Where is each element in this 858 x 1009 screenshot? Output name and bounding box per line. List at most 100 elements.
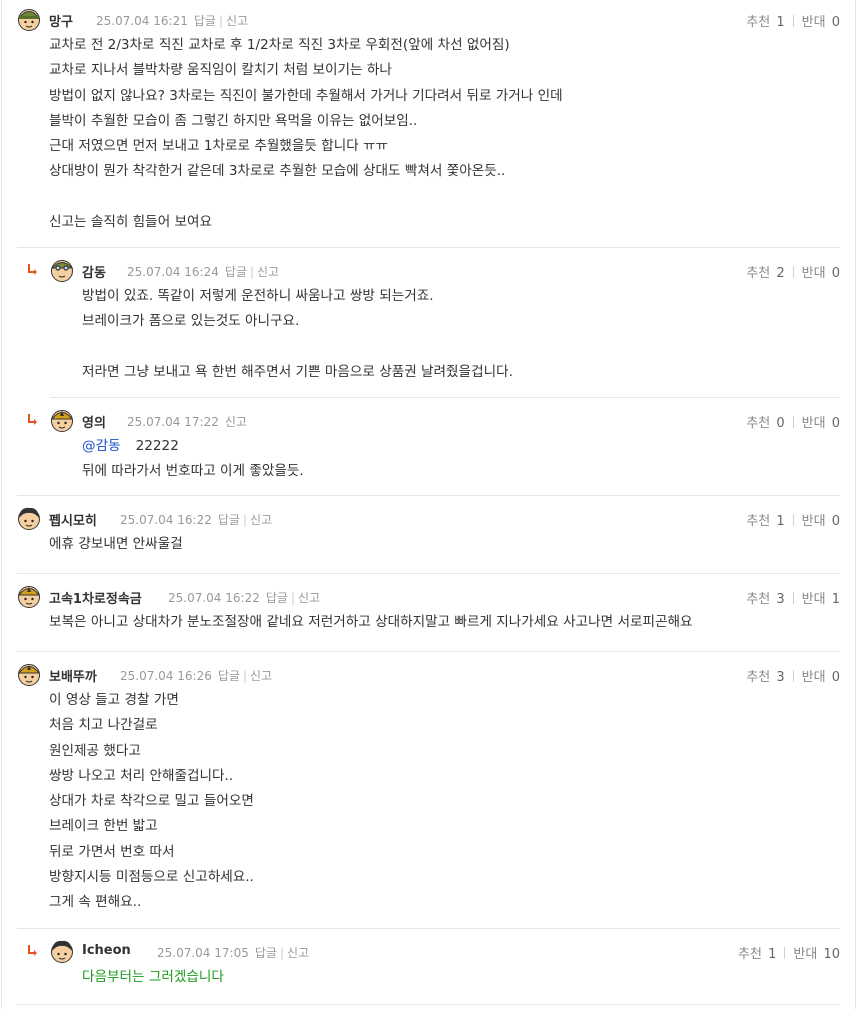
divider — [17, 573, 840, 574]
comment-line: 원인제공 했다고 — [49, 742, 141, 759]
report-button[interactable]: 신고 — [250, 513, 272, 527]
comment-line: 블박이 추월한 모습이 좀 그렇긴 하지만 욕먹을 이유는 없어보임.. — [49, 112, 418, 129]
comment-line: 방법이 없지 않나요? 3차로는 직진이 불가한데 추월해서 가거나 기다려서 … — [49, 87, 563, 104]
recommend-button[interactable]: 추천 3 — [746, 670, 784, 685]
comment-line: 쌍방 나오고 처리 안해줄겁니다.. — [49, 767, 234, 784]
recommend-label: 추천 — [746, 670, 771, 685]
comment-body: 보복은 아니고 상대차가 분노조절장애 같네요 저런거하고 상대하지말고 빠르게… — [49, 610, 693, 635]
vote-box: 추천 3 반대 0 — [746, 666, 840, 685]
comment-date: 25.07.04 16:24 — [127, 265, 219, 279]
comment-date: 25.07.04 16:21 — [96, 14, 188, 28]
report-button[interactable]: 신고 — [225, 415, 247, 429]
comment-date: 25.07.04 16:22 — [120, 513, 212, 527]
comment-author[interactable]: 펩시모히 — [49, 510, 97, 529]
comment-meta: 25.07.04 16:24 답글 | 신고 — [127, 265, 280, 279]
vote-box: 추천 1 반대 0 — [746, 11, 840, 30]
comment-meta: 25.07.04 17:05 답글 | 신고 — [157, 946, 310, 960]
comment-line: 그게 속 편해요.. — [49, 894, 142, 911]
reply-button[interactable]: 답글 — [218, 513, 240, 527]
reply-button[interactable]: 답글 — [218, 669, 240, 683]
user-avatar-icon[interactable] — [17, 506, 41, 530]
divider — [17, 651, 840, 652]
mention-link[interactable]: @감동 — [82, 438, 121, 454]
comment-author[interactable]: 망구 — [49, 11, 73, 30]
comment-line: ​ — [49, 185, 563, 210]
recommend-count: 1 — [776, 15, 785, 30]
oppose-label: 반대 — [801, 15, 826, 30]
comment-line: 상대방이 뭔가 착각한거 같은데 3차로로 추월한 모습에 상대도 빡쳐서 쫓아… — [49, 163, 506, 180]
vote-box: 추천 0 반대 0 — [746, 412, 840, 431]
comment-body: 이 영상 들고 경찰 가면 처음 치고 나간걸로 원인제공 했다고 쌍방 나오고 처리… — [49, 688, 254, 916]
recommend-label: 추천 — [746, 514, 771, 529]
comment-meta: 25.07.04 16:22 답글 | 신고 — [168, 591, 321, 605]
recommend-count: 2 — [776, 266, 785, 281]
comment-line: 근대 저였으면 먼저 보내고 1차로로 추월했을듯 합니다 ㅠㅠ — [49, 138, 389, 155]
divider — [17, 1004, 840, 1005]
comment-meta: 25.07.04 16:21 답글 | 신고 — [96, 14, 249, 28]
user-avatar-icon[interactable] — [17, 7, 41, 31]
report-button[interactable]: 신고 — [226, 14, 248, 28]
user-avatar-icon[interactable] — [17, 584, 41, 608]
oppose-button[interactable]: 반대 0 — [802, 266, 840, 281]
report-button[interactable]: 신고 — [287, 946, 309, 960]
report-button[interactable]: 신고 — [257, 265, 279, 279]
oppose-label: 반대 — [801, 514, 826, 529]
user-avatar-icon[interactable] — [50, 939, 74, 963]
comment-body: @감동 22222 뒤에 따라가서 번호따고 이게 좋았을듯. — [82, 434, 304, 485]
comment-date: 25.07.04 17:05 — [157, 946, 249, 960]
comment-author[interactable]: 고속1차로정속금 — [49, 588, 142, 607]
oppose-label: 반대 — [801, 266, 826, 281]
recommend-button[interactable]: 추천 3 — [746, 592, 784, 607]
user-avatar-icon[interactable] — [17, 662, 41, 686]
oppose-button[interactable]: 반대 0 — [802, 15, 840, 30]
oppose-button[interactable]: 반대 10 — [793, 947, 840, 962]
recommend-count: 1 — [776, 514, 785, 529]
oppose-count: 0 — [831, 266, 840, 281]
vote-box: 추천 3 반대 1 — [746, 588, 840, 607]
comment-body: 교차로 전 2/3차로 직진 교차로 후 1/2차로 직진 3차로 우회전(앞에… — [49, 33, 563, 235]
comment-meta: 25.07.04 16:26 답글 | 신고 — [120, 669, 273, 683]
recommend-count: 0 — [776, 416, 785, 431]
report-button[interactable]: 신고 — [250, 669, 272, 683]
reply-button[interactable]: 답글 — [266, 591, 288, 605]
comment-line: 저라면 그냥 보내고 욕 한번 해주면서 기쁜 마음으로 상품권 날려줬을겁니다… — [82, 363, 513, 380]
recommend-button[interactable]: 추천 2 — [746, 266, 784, 281]
reply-arrow-icon — [28, 414, 37, 425]
oppose-button[interactable]: 반대 0 — [802, 416, 840, 431]
report-button[interactable]: 신고 — [298, 591, 320, 605]
recommend-button[interactable]: 추천 1 — [746, 15, 784, 30]
divider — [17, 495, 840, 496]
recommend-button[interactable]: 추천 1 — [738, 947, 776, 962]
divider — [50, 397, 840, 398]
comment-line: 상대가 차로 착각으로 밀고 들어오면 — [49, 793, 254, 810]
comment-author[interactable]: 보배뚜까 — [49, 666, 97, 685]
comment-author[interactable]: Icheon — [82, 943, 131, 958]
oppose-button[interactable]: 반대 1 — [802, 592, 840, 607]
oppose-count: 0 — [831, 514, 840, 529]
recommend-button[interactable]: 추천 0 — [746, 416, 784, 431]
comment-line: 방법이 있죠. 똑같이 저렇게 운전하니 싸움나고 쌍방 되는거죠. — [82, 288, 434, 304]
user-avatar-icon[interactable] — [50, 258, 74, 282]
comment-body: 방법이 있죠. 똑같이 저렇게 운전하니 싸움나고 쌍방 되는거죠. 브레이크가 … — [82, 284, 513, 385]
recommend-label: 추천 — [746, 592, 771, 607]
recommend-button[interactable]: 추천 1 — [746, 514, 784, 529]
reply-button[interactable]: 답글 — [225, 265, 247, 279]
reply-button[interactable]: 답글 — [255, 946, 277, 960]
divider — [17, 247, 840, 248]
oppose-button[interactable]: 반대 0 — [802, 514, 840, 529]
comment-author[interactable]: 감동 — [82, 262, 106, 281]
oppose-label: 반대 — [801, 592, 826, 607]
oppose-count: 1 — [831, 592, 840, 607]
comment-line: 처음 치고 나간걸로 — [49, 717, 158, 734]
comment-line: 교차로 지나서 블박차량 움직임이 칼치기 처럼 보이기는 하나 — [49, 62, 392, 79]
comment-line: 신고는 솔직히 힘들어 보여요 — [49, 214, 213, 231]
comment-date: 25.07.04 16:26 — [120, 669, 212, 683]
recommend-label: 추천 — [746, 266, 771, 281]
comment-line: ​ — [82, 335, 513, 360]
comment-line: 뒤로 가면서 번호 따서 — [49, 843, 175, 860]
comment-author[interactable]: 영의 — [82, 412, 106, 431]
oppose-button[interactable]: 반대 0 — [802, 670, 840, 685]
reply-button[interactable]: 답글 — [194, 14, 216, 28]
user-avatar-icon[interactable] — [50, 408, 74, 432]
oppose-label: 반대 — [793, 947, 818, 962]
